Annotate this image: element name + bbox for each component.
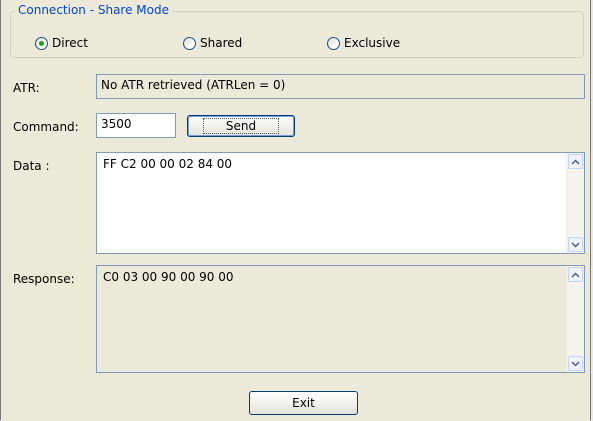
share-mode-groupbox — [10, 11, 584, 58]
exit-button-label: Exit — [292, 396, 315, 410]
radio-shared-indicator — [183, 36, 196, 50]
response-textarea[interactable]: C0 03 00 90 00 90 00 — [96, 265, 585, 373]
radio-selected-dot — [39, 40, 44, 46]
chevron-up-icon — [571, 158, 580, 165]
radio-exclusive[interactable]: Exclusive — [327, 35, 400, 51]
data-scroll-down-button[interactable] — [568, 237, 583, 252]
command-input[interactable]: 3500 — [96, 113, 176, 138]
send-button[interactable]: Send — [187, 115, 295, 137]
send-button-label: Send — [202, 118, 280, 134]
response-scrollbar[interactable] — [566, 266, 584, 372]
command-label: Command: — [13, 120, 79, 134]
response-label: Response: — [13, 272, 75, 286]
radio-direct-indicator — [35, 36, 48, 50]
exit-button[interactable]: Exit — [249, 391, 358, 415]
response-text: C0 03 00 90 00 90 00 — [103, 270, 234, 284]
data-label: Data : — [13, 159, 50, 173]
response-scroll-up-button[interactable] — [568, 267, 583, 282]
radio-direct[interactable]: Direct — [35, 35, 88, 51]
radio-direct-label: Direct — [52, 36, 88, 50]
radio-shared-label: Shared — [200, 36, 243, 50]
response-scroll-down-button[interactable] — [568, 356, 583, 371]
radio-exclusive-label: Exclusive — [344, 36, 401, 50]
chevron-down-icon — [571, 360, 580, 367]
atr-field[interactable]: No ATR retrieved (ATRLen = 0) — [96, 74, 585, 99]
atr-label: ATR: — [13, 81, 40, 95]
data-scroll-up-button[interactable] — [568, 154, 583, 169]
share-mode-title: Connection - Share Mode — [15, 3, 172, 17]
data-scrollbar[interactable] — [566, 153, 584, 253]
data-text: FF C2 00 00 02 84 00 — [103, 157, 233, 171]
chevron-up-icon — [571, 271, 580, 278]
chevron-down-icon — [571, 241, 580, 248]
data-textarea[interactable]: FF C2 00 00 02 84 00 — [96, 152, 585, 254]
dialog-frame: Connection - Share Mode Direct Shared Ex… — [0, 0, 591, 420]
radio-exclusive-indicator — [327, 36, 340, 50]
radio-shared[interactable]: Shared — [183, 35, 242, 51]
